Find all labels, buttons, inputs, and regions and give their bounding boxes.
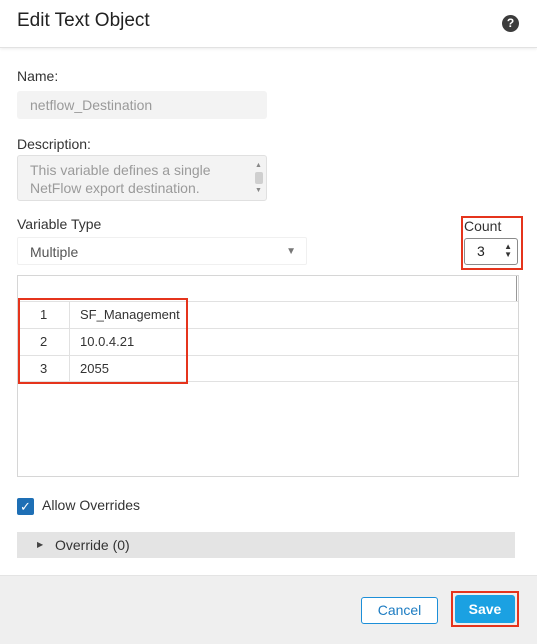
variable-type-select[interactable]: Multiple ▼ <box>17 237 307 265</box>
cancel-button[interactable]: Cancel <box>361 597 438 624</box>
description-textarea[interactable]: This variable defines a single NetFlow e… <box>17 155 267 201</box>
count-value: 3 <box>477 243 485 259</box>
save-button[interactable]: Save <box>455 595 515 623</box>
count-label: Count <box>464 218 502 234</box>
override-section-toggle[interactable]: ▶ Override (0) <box>17 532 515 558</box>
chevron-down-icon: ▼ <box>286 246 296 257</box>
allow-overrides-label[interactable]: Allow Overrides <box>42 497 140 513</box>
dialog-header: Edit Text Object ? <box>0 0 537 48</box>
description-label: Description: <box>17 136 91 152</box>
description-scrollbar[interactable]: ▲ ▼ <box>254 159 264 197</box>
description-line-2: NetFlow export destination. <box>30 180 200 196</box>
scroll-thumb[interactable] <box>255 172 263 184</box>
override-label: Override (0) <box>55 537 130 553</box>
name-label: Name: <box>17 68 59 84</box>
name-input[interactable]: netflow_Destination <box>17 91 267 119</box>
scroll-up-icon[interactable]: ▲ <box>255 162 262 169</box>
allow-overrides-checkbox[interactable]: ✓ <box>17 498 34 515</box>
variable-type-value: Multiple <box>30 244 79 260</box>
count-stepper[interactable]: 3 ▲ ▼ <box>464 238 518 265</box>
stepper-arrows-icon[interactable]: ▲ ▼ <box>504 243 512 259</box>
description-line-1: This variable defines a single <box>30 162 211 178</box>
scroll-down-icon[interactable]: ▼ <box>255 187 262 194</box>
expand-icon: ▶ <box>37 540 44 549</box>
help-icon[interactable]: ? <box>502 15 519 32</box>
rows-highlight-box <box>18 298 188 384</box>
variable-type-label: Variable Type <box>17 216 102 232</box>
dialog-title: Edit Text Object <box>17 10 150 31</box>
table-scrollbar[interactable] <box>516 276 519 301</box>
